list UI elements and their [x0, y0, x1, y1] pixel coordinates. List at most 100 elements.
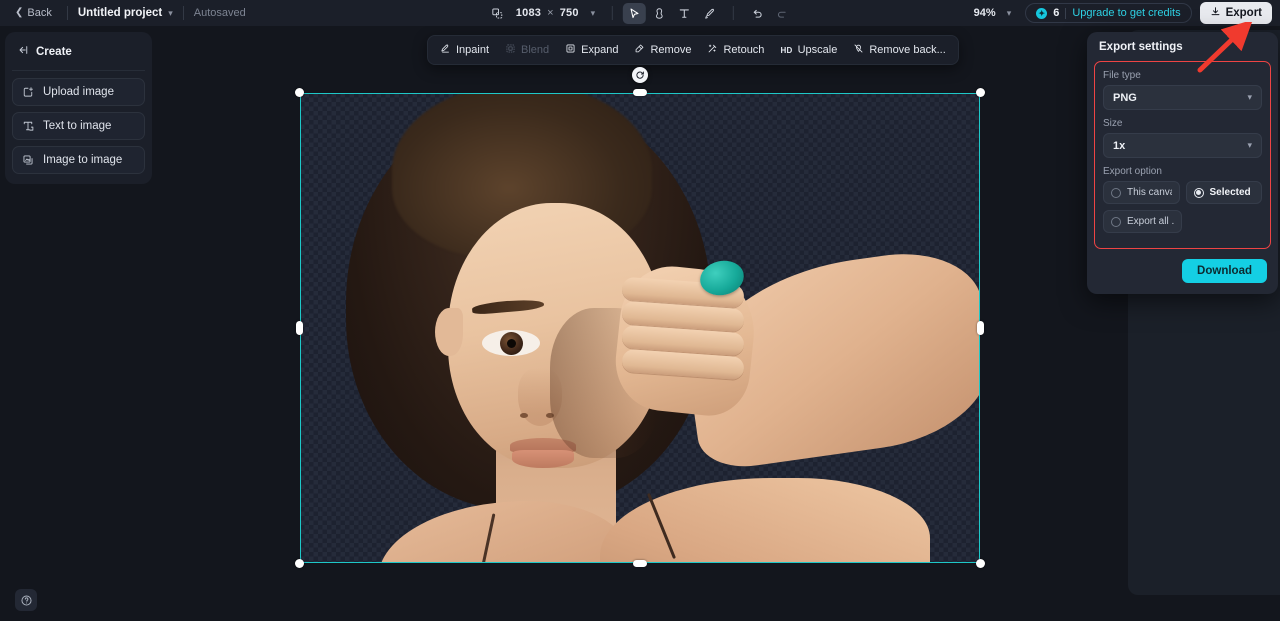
rotate-handle[interactable]	[632, 67, 648, 83]
float-tool-label: Remove	[650, 44, 692, 56]
retouch-icon	[707, 43, 718, 57]
download-button[interactable]: Download	[1182, 259, 1267, 283]
expand-icon	[565, 43, 576, 57]
float-tool-label: Blend	[521, 44, 550, 56]
resize-handle-left-middle[interactable]	[296, 321, 303, 335]
upgrade-link[interactable]: Upgrade to get credits	[1072, 7, 1180, 19]
divider	[182, 6, 184, 20]
resize-handle-top-middle[interactable]	[633, 89, 647, 96]
export-option-row-2: Export all ...	[1103, 210, 1262, 233]
inpaint-icon	[440, 43, 451, 57]
text-tool[interactable]	[673, 3, 696, 24]
canvas-height: 750	[559, 7, 579, 19]
right-shoulder	[600, 478, 930, 563]
radio-icon-selected	[1193, 187, 1204, 198]
credits-count: 6	[1053, 7, 1060, 19]
credit-coin-icon: ✦	[1036, 7, 1048, 19]
zoom-level: 94%	[973, 7, 996, 19]
resize-handle-top-right[interactable]	[976, 88, 985, 97]
select-tool[interactable]	[623, 2, 647, 24]
download-icon	[1210, 6, 1221, 20]
credits-pill[interactable]: ✦ 6 Upgrade to get credits	[1025, 3, 1192, 23]
canvas-width: 1083	[515, 7, 542, 19]
resize-handle-bottom-left[interactable]	[295, 559, 304, 568]
inpaint-button[interactable]: Inpaint	[433, 39, 496, 61]
remove-background-button[interactable]: Remove back...	[846, 39, 952, 61]
radio-icon	[1111, 216, 1121, 227]
redo-icon[interactable]	[771, 3, 794, 24]
float-tool-label: Upscale	[797, 44, 838, 56]
create-sidebar: Create Upload image Text to image Image …	[5, 32, 152, 184]
float-tool-label: Inpaint	[456, 44, 490, 56]
project-name[interactable]: Untitled project	[78, 7, 162, 19]
blend-icon	[505, 43, 516, 57]
remove-icon	[634, 43, 645, 57]
hand-tool[interactable]	[648, 3, 671, 24]
selected-image-layer[interactable]	[295, 67, 985, 568]
tool-group	[623, 2, 794, 24]
file-type-value: PNG	[1113, 91, 1137, 104]
export-settings-fields: File type PNG ▾ Size 1x ▾ Export option …	[1094, 61, 1271, 249]
chevron-down-icon[interactable]: ▾	[168, 8, 173, 19]
text-to-image-icon	[22, 120, 34, 132]
radio-icon	[1111, 187, 1121, 198]
float-tool-label: Expand	[581, 44, 619, 56]
radio-this-canvas[interactable]: This canvas	[1103, 181, 1180, 204]
back-button[interactable]: ❮ Back	[10, 4, 57, 22]
lower-lip	[512, 450, 574, 468]
chevron-down-icon: ▾	[1247, 92, 1252, 102]
remove-background-icon	[853, 43, 864, 57]
sidebar-item-image-to-image[interactable]: Image to image	[12, 146, 145, 174]
create-panel-header: Create	[12, 38, 145, 71]
app-root: ❮ Back Untitled project ▾ Autosaved 1083…	[0, 0, 1280, 621]
export-button[interactable]: Export	[1199, 2, 1272, 24]
zoom-control[interactable]: 94% ▾	[968, 4, 1018, 22]
collapse-panel-icon[interactable]	[17, 43, 29, 61]
remove-button[interactable]: Remove	[627, 39, 698, 61]
top-bar: ❮ Back Untitled project ▾ Autosaved 1083…	[0, 0, 1280, 26]
expand-button[interactable]: Expand	[558, 39, 625, 61]
sidebar-item-label: Image to image	[43, 154, 123, 166]
help-button[interactable]	[15, 589, 37, 611]
size-select[interactable]: 1x ▾	[1103, 133, 1262, 158]
export-footer: Download	[1087, 249, 1278, 283]
sidebar-item-text-to-image[interactable]: Text to image	[12, 112, 145, 140]
resize-handle-top-left[interactable]	[295, 88, 304, 97]
sidebar-item-upload-image[interactable]: Upload image	[12, 78, 145, 106]
create-title: Create	[36, 46, 72, 58]
upscale-button[interactable]: HD Upscale	[773, 40, 844, 60]
export-label: Export	[1225, 7, 1262, 19]
artboard-icon[interactable]	[486, 3, 509, 24]
radio-label: Selected l...	[1209, 187, 1255, 198]
retouch-button[interactable]: Retouch	[700, 39, 771, 61]
file-type-label: File type	[1103, 70, 1141, 81]
canvas-area[interactable]: Inpaint Blend Expand Remove Retouch HD U…	[152, 26, 1128, 621]
radio-label: This canvas	[1127, 187, 1172, 198]
resize-handle-bottom-right[interactable]	[976, 559, 985, 568]
divider	[612, 6, 614, 20]
back-label: Back	[27, 7, 52, 19]
chevron-down-icon: ▾	[1247, 140, 1252, 150]
export-option-label: Export option	[1103, 166, 1162, 177]
divider	[66, 6, 68, 20]
file-type-select[interactable]: PNG ▾	[1103, 85, 1262, 110]
canvas-size-button[interactable]: 1083 × 750 ▾	[509, 4, 602, 22]
undo-icon[interactable]	[746, 3, 769, 24]
export-settings-popover: Export settings File type PNG ▾ Size 1x …	[1087, 32, 1278, 294]
chevron-down-icon: ▾	[1006, 7, 1012, 18]
autosaved-label: Autosaved	[193, 7, 246, 19]
resize-handle-bottom-middle[interactable]	[633, 560, 647, 567]
chevron-down-icon: ▾	[590, 7, 596, 18]
image-actions-toolbar: Inpaint Blend Expand Remove Retouch HD U…	[427, 35, 959, 65]
top-bar-left: ❮ Back Untitled project ▾ Autosaved	[0, 4, 246, 22]
radio-export-all[interactable]: Export all ...	[1103, 210, 1182, 233]
upscale-icon: HD	[780, 45, 793, 55]
top-bar-center: 1083 × 750 ▾	[486, 2, 794, 24]
radio-label: Export all ...	[1127, 216, 1174, 227]
portrait-artwork	[300, 93, 980, 563]
divider	[1065, 7, 1067, 19]
radio-selected-layer[interactable]: Selected l...	[1185, 181, 1262, 204]
resize-handle-right-middle[interactable]	[977, 321, 984, 335]
brush-tool[interactable]	[698, 3, 721, 24]
top-bar-right: 94% ▾ ✦ 6 Upgrade to get credits Export	[968, 2, 1272, 24]
